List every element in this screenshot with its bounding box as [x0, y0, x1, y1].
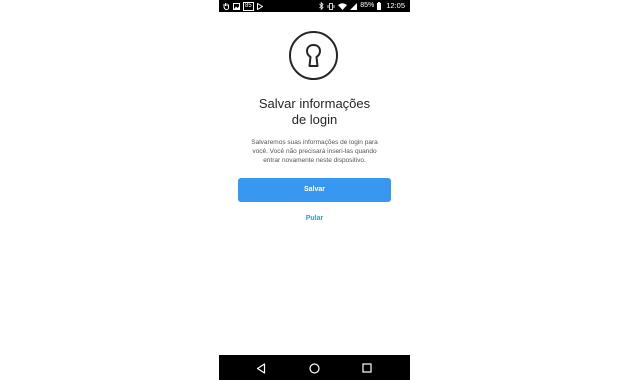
play-store-icon [256, 0, 263, 12]
app-badge-text: 85 [243, 1, 254, 11]
skip-button[interactable]: Pular [219, 215, 410, 222]
battery-percent: 85% [360, 2, 375, 9]
description: Salvaremos suas informações de login par… [236, 138, 393, 165]
home-icon[interactable] [307, 361, 321, 375]
back-icon[interactable] [254, 361, 268, 375]
description-line-2: você. Você não precisará inseri-las quan… [252, 148, 377, 155]
save-button[interactable]: Salvar [238, 178, 391, 202]
phone-screen: 85 85% 12:05 Salvar informações de login… [219, 0, 410, 380]
status-bar-left: 85 [223, 0, 263, 12]
battery-icon [377, 0, 382, 12]
clock: 12:05 [386, 1, 405, 10]
title-line-2: de login [291, 112, 338, 127]
page-title: Salvar informações de login [219, 96, 410, 128]
vibrate-icon [327, 0, 335, 12]
app-badge-icon: 85 [243, 0, 254, 12]
hand-icon [223, 0, 230, 12]
recents-icon[interactable] [360, 361, 374, 375]
description-line-1: Salvaremos suas informações de login par… [251, 139, 378, 146]
signal-icon [350, 0, 358, 12]
wifi-icon [338, 0, 348, 12]
bluetooth-icon [319, 0, 324, 12]
status-bar-right: 85% 12:05 [319, 0, 405, 12]
image-icon [233, 0, 240, 12]
description-line-3: entrar novamente neste dispositivo. [263, 157, 366, 164]
navigation-bar [219, 355, 410, 380]
title-line-1: Salvar informações [258, 96, 371, 111]
status-bar: 85 85% 12:05 [219, 0, 410, 12]
keyhole-icon [289, 31, 338, 80]
save-login-screen: Salvar informações de login Salvaremos s… [219, 12, 410, 355]
